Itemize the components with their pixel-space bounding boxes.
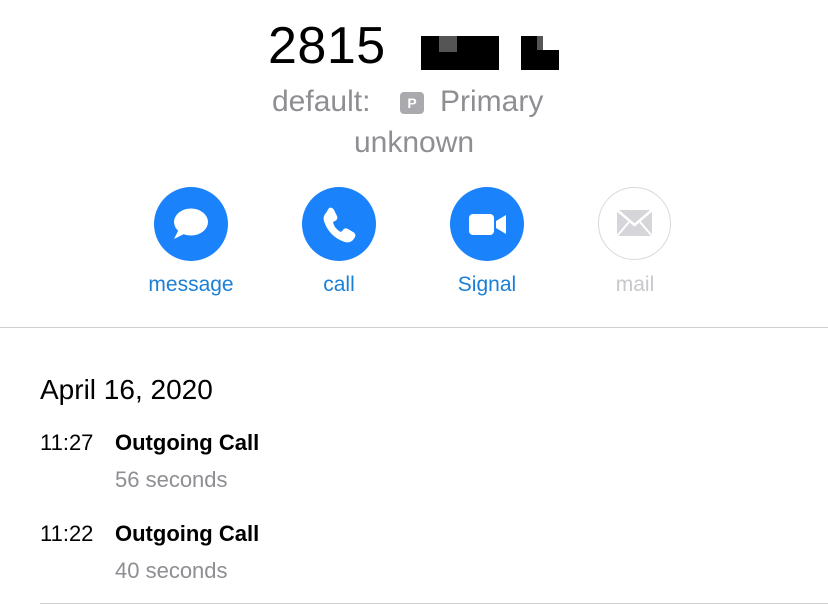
mail-button[interactable]: mail (575, 186, 695, 306)
signal-label: Signal (457, 273, 517, 296)
message-bubble-icon (154, 187, 228, 261)
call-duration: 40 seconds (115, 558, 228, 583)
call-duration: 56 seconds (115, 467, 228, 492)
list-divider (40, 603, 828, 604)
action-buttons: message call Signal mail (0, 186, 828, 306)
phone-icon (302, 187, 376, 261)
signal-button[interactable]: Signal (427, 186, 547, 306)
message-button[interactable]: message (131, 186, 251, 306)
call-time: 11:27 (40, 430, 94, 455)
message-label: message (148, 273, 234, 296)
call-button[interactable]: call (279, 186, 399, 306)
video-camera-icon (450, 187, 524, 261)
call-time: 11:22 (40, 521, 94, 546)
call-type: Outgoing Call (115, 430, 260, 455)
call-log-row: 11:27 Outgoing Call 56 seconds (40, 428, 800, 508)
section-divider (0, 327, 828, 328)
mail-label: mail (615, 273, 655, 296)
contact-detail-screen: 2815 default: P Primary unknown message (0, 0, 828, 605)
contact-number-row: 2815 (0, 14, 828, 78)
call-label: call (323, 273, 355, 296)
contact-number: 2815 (268, 17, 386, 75)
default-account-row: default: P Primary (0, 82, 828, 122)
contact-name: unknown (353, 126, 475, 159)
call-log-row: 11:22 Outgoing Call 40 seconds (40, 519, 800, 599)
account-name: Primary (440, 85, 544, 118)
default-label: default: (272, 85, 371, 118)
envelope-icon (598, 187, 671, 260)
history-date: April 16, 2020 (40, 374, 213, 405)
account-badge-icon: P (400, 92, 424, 114)
call-type: Outgoing Call (115, 521, 260, 546)
